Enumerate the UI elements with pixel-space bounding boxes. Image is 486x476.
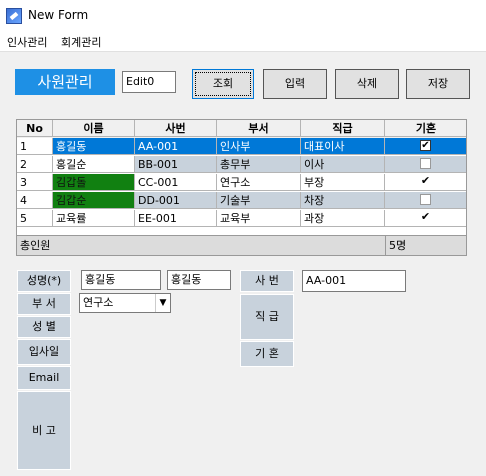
row-married[interactable]: ✔	[385, 174, 466, 191]
row-rank[interactable]: 이사	[301, 156, 385, 173]
row-married[interactable]: ✔	[385, 138, 466, 155]
row-id[interactable]: AA-001	[135, 138, 217, 155]
row-id[interactable]: CC-001	[135, 174, 217, 191]
dept-select-value: 연구소	[83, 296, 114, 309]
row-married[interactable]	[385, 192, 466, 209]
row-number: 2	[17, 156, 53, 173]
search-button[interactable]: 조회	[192, 69, 254, 99]
row-dept[interactable]: 연구소	[217, 174, 301, 191]
name-input-secondary[interactable]: 홍길동	[167, 270, 231, 290]
save-button[interactable]: 저장	[406, 69, 470, 99]
empno-label: 사 번	[240, 270, 294, 292]
hire-date-label: 입사일	[17, 339, 71, 365]
row-married[interactable]	[385, 156, 466, 173]
name-input[interactable]: 홍길동	[81, 270, 161, 290]
column-header-id[interactable]: 사번	[135, 120, 217, 137]
table-row[interactable]: 3 김갑돌 CC-001 연구소 부장 ✔	[17, 174, 466, 192]
menu-bar: 인사관리 회계관리	[0, 31, 486, 52]
row-dept[interactable]: 교육부	[217, 210, 301, 227]
married-check-mark[interactable]: ✔	[420, 175, 431, 187]
row-id[interactable]: EE-001	[135, 210, 217, 227]
page-title: 사원관리	[15, 69, 115, 95]
input-button[interactable]: 입력	[263, 69, 327, 99]
total-label: 총인원	[20, 239, 51, 252]
table-row[interactable]: 2 홍길순 BB-001 총무부 이사	[17, 156, 466, 174]
row-name[interactable]: 김갑순	[53, 192, 135, 209]
grid-footer: 총인원 5명	[17, 235, 466, 255]
column-header-name[interactable]: 이름	[53, 120, 135, 137]
table-row[interactable]: 4 김갑순 DD-001 기술부 차장	[17, 192, 466, 210]
app-icon	[6, 8, 22, 24]
dept-select[interactable]: 연구소 ▼	[79, 293, 171, 313]
row-name[interactable]: 교육률	[53, 210, 135, 227]
row-rank[interactable]: 대표이사	[301, 138, 385, 155]
delete-button[interactable]: 삭제	[335, 69, 399, 99]
title-bar: New Form	[0, 0, 486, 31]
married-check-mark[interactable]: ✔	[420, 211, 431, 223]
row-dept[interactable]: 기술부	[217, 192, 301, 209]
row-id[interactable]: BB-001	[135, 156, 217, 173]
empno-input[interactable]: AA-001	[302, 270, 406, 292]
rank-label: 직 급	[240, 294, 294, 340]
row-rank[interactable]: 과장	[301, 210, 385, 227]
row-number: 1	[17, 138, 53, 155]
edit-field[interactable]: Edit0	[122, 71, 176, 93]
row-dept[interactable]: 인사부	[217, 138, 301, 155]
name-label: 성명(*)	[17, 270, 71, 292]
window-title: New Form	[28, 8, 89, 22]
row-number: 4	[17, 192, 53, 209]
menu-item-hr[interactable]: 인사관리	[7, 34, 47, 50]
gender-label: 성 별	[17, 316, 71, 338]
menu-item-accounting[interactable]: 회계관리	[61, 34, 101, 50]
table-row[interactable]: 5 교육률 EE-001 교육부 과장 ✔	[17, 210, 466, 228]
dept-label: 부 서	[17, 293, 71, 315]
row-dept[interactable]: 총무부	[217, 156, 301, 173]
row-number: 3	[17, 174, 53, 191]
married-label: 기 혼	[240, 341, 294, 367]
married-checkbox[interactable]	[420, 194, 431, 205]
row-married[interactable]: ✔	[385, 210, 466, 227]
row-rank[interactable]: 차장	[301, 192, 385, 209]
chevron-down-icon[interactable]: ▼	[155, 294, 170, 312]
email-label: Email	[17, 366, 71, 390]
column-header-no[interactable]: No	[17, 120, 53, 137]
married-checkbox[interactable]	[420, 158, 431, 169]
column-header-dept[interactable]: 부서	[217, 120, 301, 137]
row-name[interactable]: 홍길동	[53, 138, 135, 155]
table-row[interactable]: 1 홍길동 AA-001 인사부 대표이사 ✔	[17, 138, 466, 156]
total-count: 5명	[385, 236, 466, 255]
row-rank[interactable]: 부장	[301, 174, 385, 191]
column-header-rank[interactable]: 직급	[301, 120, 385, 137]
note-label: 비 고	[17, 391, 71, 470]
row-name[interactable]: 홍길순	[53, 156, 135, 173]
employee-grid[interactable]: No 이름 사번 부서 직급 기혼 1 홍길동 AA-001 인사부 대표이사 …	[16, 119, 467, 256]
row-name[interactable]: 김갑돌	[53, 174, 135, 191]
row-number: 5	[17, 210, 53, 227]
row-id[interactable]: DD-001	[135, 192, 217, 209]
column-header-married[interactable]: 기혼	[385, 120, 466, 137]
grid-header: No 이름 사번 부서 직급 기혼	[17, 120, 466, 139]
married-checkbox[interactable]: ✔	[420, 140, 431, 151]
